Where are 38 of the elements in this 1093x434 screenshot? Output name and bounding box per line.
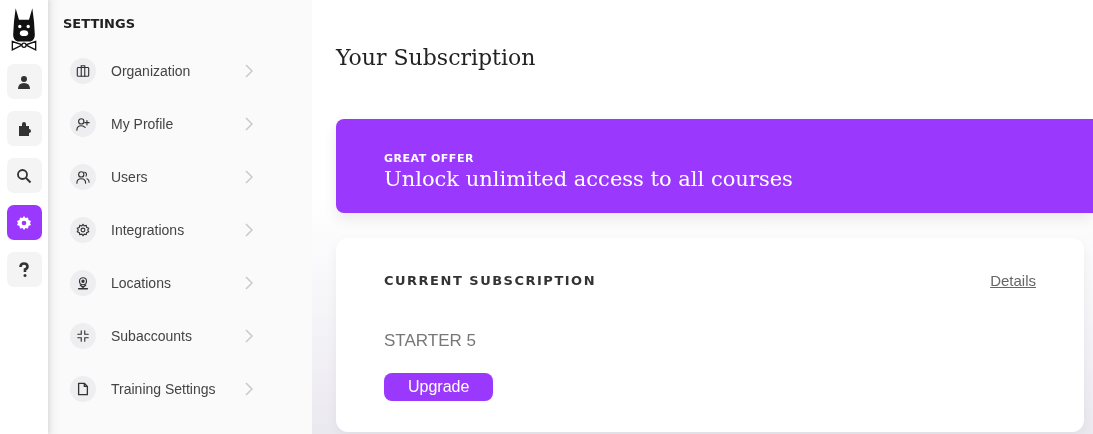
profile-rail-button[interactable] [6,64,42,99]
users-icon [70,163,96,190]
chevron-icon [245,275,253,290]
upgrade-button[interactable]: Upgrade [384,373,494,401]
menu-item[interactable]: Organization [63,44,312,97]
chevron-icon [245,328,253,343]
menu-item[interactable]: Integrations [63,203,312,256]
search-rail-button[interactable] [6,158,42,193]
offer-headline: Unlock unlimited access to all courses [384,167,794,191]
locations-icon [70,269,96,296]
subscription-heading: CURRENT SUBSCRIPTION [384,273,596,288]
organization-icon [70,57,96,84]
puzzle-icon [16,120,32,137]
person-icon [16,73,32,90]
menu-item[interactable]: Users [63,150,312,203]
menu-item[interactable]: Training Settings [63,362,312,415]
chevron-icon [245,222,253,237]
document-icon [70,375,96,402]
menu-heading: SETTINGS [63,16,137,31]
search-icon [16,167,32,184]
page-title: Your Subscription [336,45,537,70]
settings-icon [16,214,32,231]
integrations-icon [70,216,96,243]
menu-item[interactable]: My Profile [63,97,312,150]
help-rail-button[interactable] [6,252,42,287]
settings-rail-button[interactable] [6,205,42,240]
chevron-icon [245,63,253,78]
chevron-icon [245,116,253,131]
question-mark-icon [16,261,32,278]
chevron-icon [245,381,253,396]
chevron-icon [245,169,253,184]
details-link[interactable]: Details [990,272,1036,289]
menu-item[interactable]: Locations [63,256,312,309]
offer-eyebrow: GREAT OFFER [384,152,475,165]
profile-icon [70,110,96,137]
plan-name: STARTER 5 [384,331,477,351]
puzzle-rail-button[interactable] [6,111,42,146]
menu-item[interactable]: Subaccounts [63,309,312,362]
